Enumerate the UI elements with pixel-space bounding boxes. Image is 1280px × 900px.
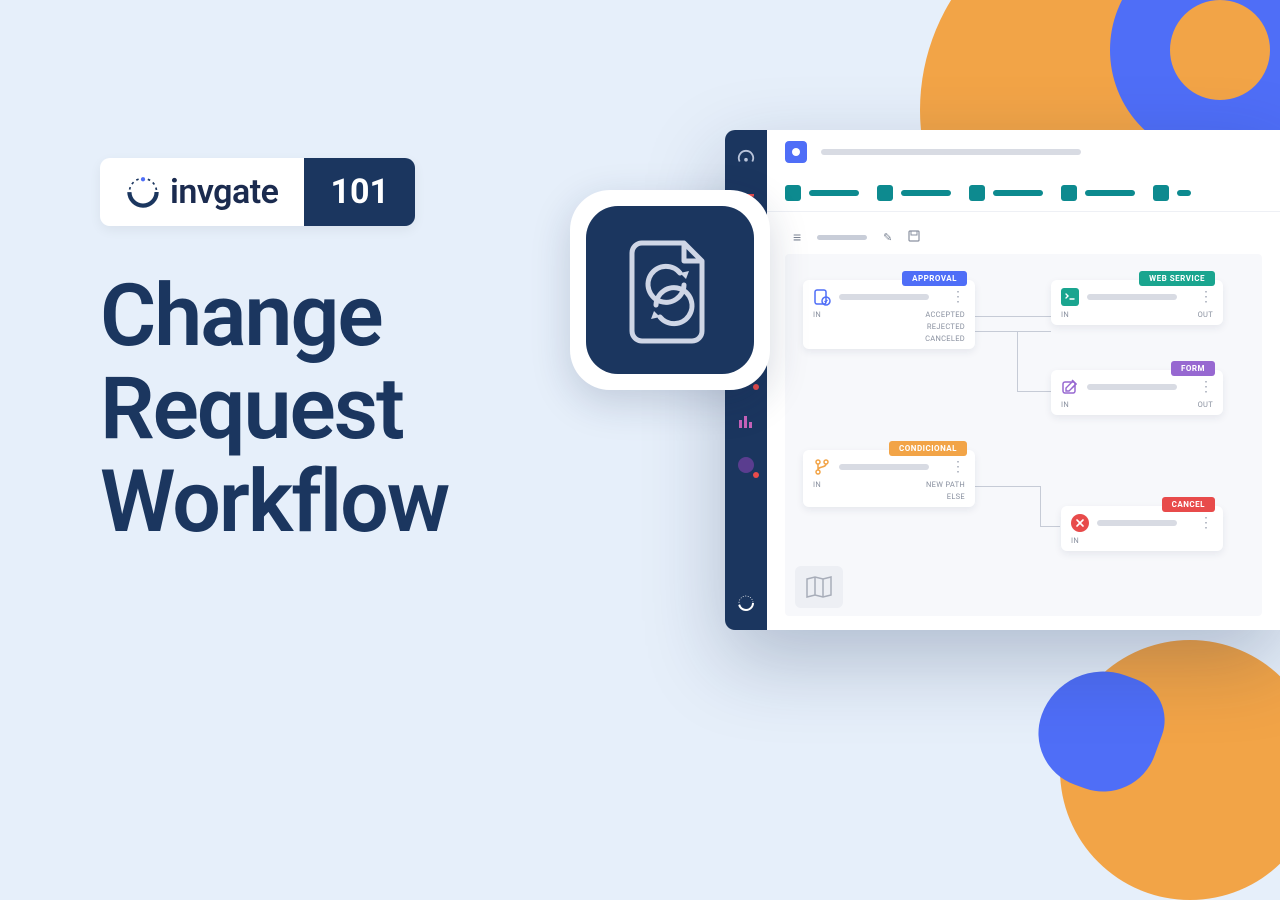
node-approval-tag: APPROVAL (902, 271, 967, 286)
node-form[interactable]: FORM ⋮ INOUT (1051, 370, 1223, 415)
form-icon (1061, 378, 1079, 396)
node-approval[interactable]: APPROVAL ⋮ INACCEPTED REJECTED CANCELED (803, 280, 975, 349)
toolbar-menu-icon[interactable]: ≡ (793, 229, 801, 246)
node-webservice[interactable]: WEB SERVICE ⋮ INOUT (1051, 280, 1223, 325)
toolbar-line (817, 235, 867, 240)
app-main: ≡ ✎ APPROVAL (767, 130, 1280, 630)
sidebar-brand-icon[interactable] (735, 592, 757, 614)
approval-icon (813, 288, 831, 306)
title-line3: Workflow (100, 456, 448, 549)
toolbar-save-icon[interactable] (908, 230, 920, 245)
feature-icon (586, 206, 754, 374)
node-cancel[interactable]: CANCEL ⋮ IN (1061, 506, 1223, 551)
node-cancel-tag: CANCEL (1162, 497, 1215, 512)
title-line2: Request (100, 363, 448, 456)
node-form-tag: FORM (1171, 361, 1215, 376)
node-approval-menu[interactable]: ⋮ (951, 289, 965, 305)
node-cancel-menu[interactable]: ⋮ (1199, 515, 1213, 531)
app-panel: ! i ≡ (725, 130, 1280, 630)
node-conditional-menu[interactable]: ⋮ (951, 459, 965, 475)
brand-left: invgate (100, 158, 304, 226)
tab-4[interactable] (1061, 185, 1135, 201)
title-line1: Change (100, 270, 448, 363)
cancel-icon (1071, 514, 1089, 532)
app-titlebar (767, 130, 1280, 174)
tab-1[interactable] (785, 185, 859, 201)
brand-name: invgate (170, 172, 278, 212)
brand-badge-number: 101 (304, 158, 415, 226)
terminal-icon (1061, 288, 1079, 306)
page-title: Change Request Workflow (100, 270, 448, 549)
tab-3[interactable] (969, 185, 1043, 201)
node-form-menu[interactable]: ⋮ (1199, 379, 1213, 395)
tab-5[interactable] (1153, 185, 1191, 201)
minimap-icon[interactable] (795, 566, 843, 608)
titlebar-app-icon (785, 141, 807, 163)
sidebar-globe-icon[interactable] (735, 454, 757, 476)
brand-logo-icon (126, 175, 160, 209)
node-conditional-tag: CONDICIONAL (889, 441, 967, 456)
tab-row (767, 174, 1280, 212)
feature-icon-wrapper (570, 190, 770, 390)
sidebar-chart-icon[interactable] (735, 410, 757, 432)
node-webservice-tag: WEB SERVICE (1139, 271, 1215, 286)
node-conditional[interactable]: CONDICIONAL ⋮ INNEW PATH ELSE (803, 450, 975, 507)
node-webservice-menu[interactable]: ⋮ (1199, 289, 1213, 305)
tab-2[interactable] (877, 185, 951, 201)
sidebar-gauge-icon[interactable] (735, 146, 757, 168)
titlebar-line (821, 149, 1081, 155)
branch-icon (813, 458, 831, 476)
brand-badge: invgate 101 (100, 158, 415, 226)
workflow-canvas[interactable]: APPROVAL ⋮ INACCEPTED REJECTED CANCELED … (785, 254, 1262, 616)
canvas-toolbar: ≡ ✎ (767, 220, 1280, 254)
toolbar-edit-icon[interactable]: ✎ (883, 231, 892, 244)
